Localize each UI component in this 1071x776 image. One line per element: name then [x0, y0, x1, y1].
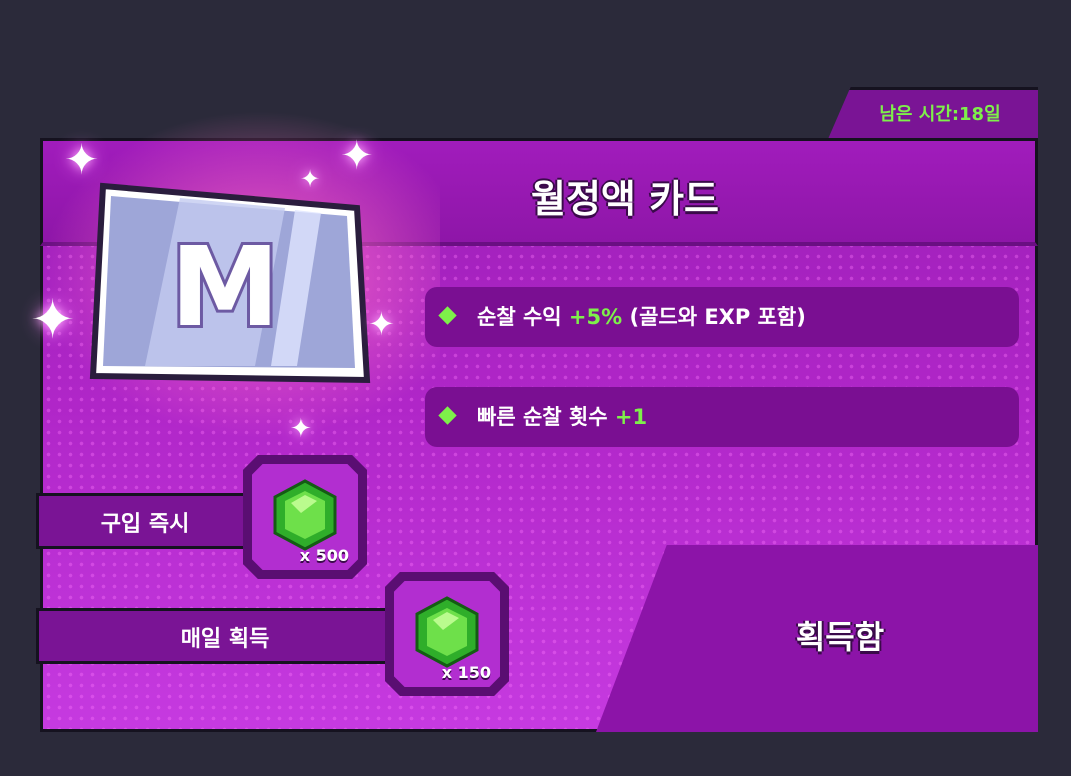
benefit-text: 순찰 수익 +5% (골드와 EXP 포함)	[477, 305, 806, 329]
sparkle-icon: ✦	[290, 414, 312, 444]
sparkle-icon: ✦	[368, 305, 395, 343]
instant-reward-slot: x 500	[243, 455, 367, 579]
emblem-letter: M	[170, 223, 279, 351]
benefit-fast-patrol: 빠른 순찰 횟수 +1	[425, 387, 1019, 447]
bullet-icon	[438, 306, 457, 325]
bullet-icon	[438, 406, 457, 425]
daily-reward-slot: x 150	[385, 572, 509, 696]
remaining-time-label: 남은 시간:18일	[879, 104, 1001, 125]
claim-button-label[interactable]: 획득함	[760, 612, 920, 656]
sparkle-icon: ✦	[30, 288, 76, 351]
instant-reward-label: 구입 즉시	[100, 512, 190, 537]
green-gem-icon	[273, 479, 337, 551]
daily-reward-label: 매일 획득	[180, 627, 270, 652]
benefit-patrol-income: 순찰 수익 +5% (골드와 EXP 포함)	[425, 287, 1019, 347]
sparkle-icon: ✦	[300, 165, 321, 193]
instant-reward-quantity: x 500	[299, 546, 349, 565]
daily-reward-quantity: x 150	[441, 663, 491, 682]
green-gem-icon	[415, 596, 479, 668]
sparkle-icon: ✦	[340, 133, 374, 179]
benefit-text: 빠른 순찰 횟수 +1	[477, 405, 648, 429]
sparkle-icon: ✦	[64, 135, 100, 184]
page-title: 월정액 카드	[530, 177, 720, 221]
monthly-card-emblem: M	[89, 182, 371, 384]
